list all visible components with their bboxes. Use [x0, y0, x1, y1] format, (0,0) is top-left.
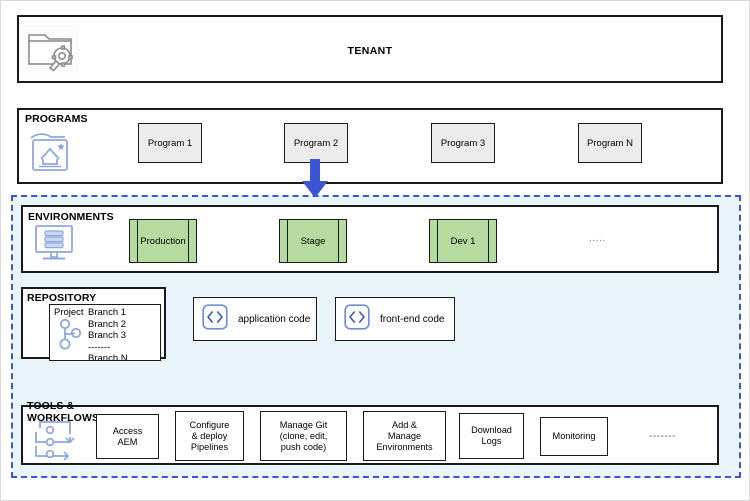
repository-label: REPOSITORY [27, 292, 97, 304]
repository-project-box[interactable]: Project Branch 1 Branch 2 Branch 3 -----… [49, 304, 161, 361]
tools-ellipsis: ------- [649, 431, 676, 442]
list-item: Branch N [88, 353, 128, 361]
environments-ellipsis: ..... [589, 233, 606, 244]
code-chip-label: application code [238, 313, 311, 325]
environment-label: Stage [300, 235, 326, 247]
tool-box[interactable]: Access AEM [96, 414, 159, 459]
monitor-server-icon [33, 223, 75, 270]
tenant-title: TENANT [347, 45, 393, 57]
tool-box[interactable]: Add & Manage Environments [363, 411, 446, 461]
list-item: Branch 3 [88, 330, 127, 342]
list-item: Branch 1 [88, 307, 127, 318]
list-item: ------- [88, 341, 111, 353]
environment-box[interactable]: Dev 1 [429, 219, 497, 263]
folder-gear-icon [23, 25, 79, 78]
branch-list: Branch 1 Branch 2 Branch 3 ------- Branc… [88, 307, 128, 361]
tool-box[interactable]: Download Logs [459, 413, 524, 459]
environment-label: Dev 1 [450, 235, 476, 247]
program-box[interactable]: Program 2 [284, 123, 348, 163]
program-box[interactable]: Program N [578, 123, 642, 163]
git-branch-icon [58, 318, 84, 360]
code-brackets-icon [344, 303, 370, 335]
folder-home-star-icon [27, 127, 73, 180]
project-label: Project [54, 307, 84, 318]
tool-box[interactable]: Manage Git (clone, edit, push code) [260, 411, 347, 461]
list-item: Branch 2 [88, 318, 127, 330]
diagram-canvas: TENANT PROGRAMS Program 1 Program 2 Prog… [0, 0, 750, 501]
environments-label: ENVIRONMENTS [28, 211, 114, 223]
tool-box[interactable]: Configure & deploy Pipelines [175, 411, 244, 461]
programs-label: PROGRAMS [25, 113, 88, 125]
program-box[interactable]: Program 3 [431, 123, 495, 163]
frontend-code-chip[interactable]: front-end code [335, 297, 455, 341]
tool-box[interactable]: Monitoring [540, 417, 608, 456]
environment-label: Production [140, 235, 186, 247]
code-chip-label: front-end code [380, 313, 445, 325]
program-box[interactable]: Program 1 [138, 123, 202, 163]
environment-box[interactable]: Stage [279, 219, 347, 263]
tenant-section: TENANT [17, 15, 723, 83]
environments-section [21, 205, 719, 273]
workflow-nodes-icon [30, 418, 78, 467]
code-brackets-icon [202, 303, 228, 335]
application-code-chip[interactable]: application code [193, 297, 317, 341]
environment-box[interactable]: Production [129, 219, 197, 263]
